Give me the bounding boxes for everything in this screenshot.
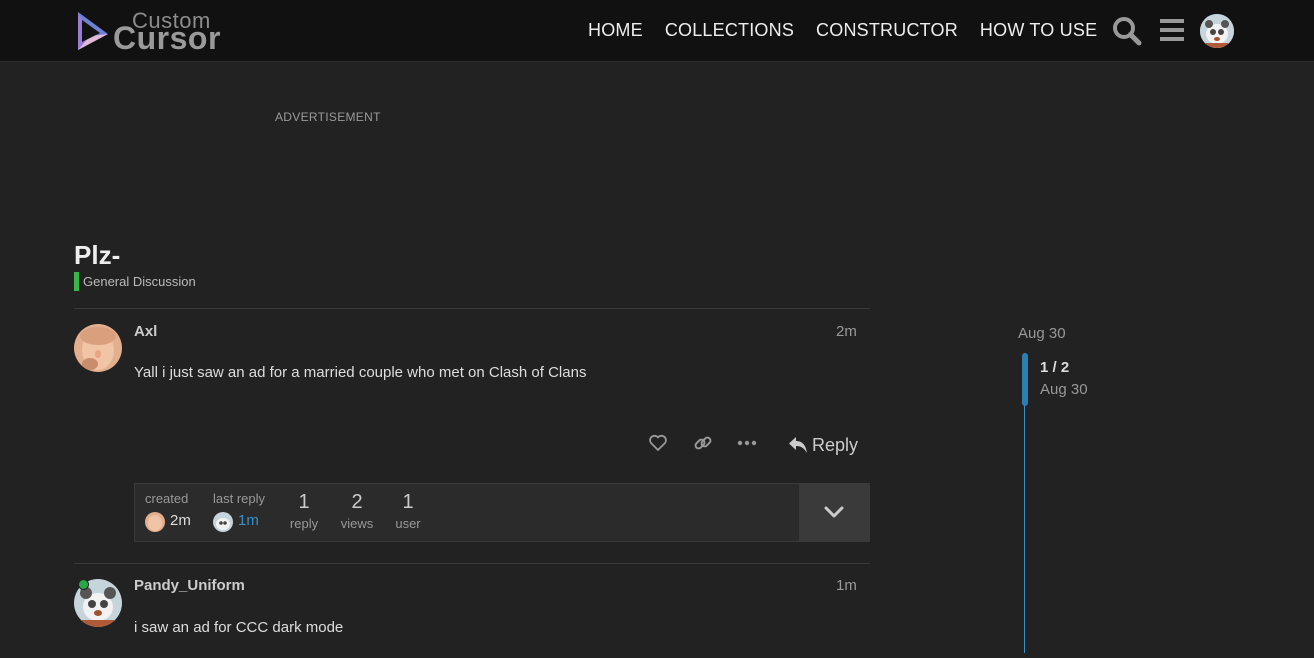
post-body: i saw an ad for CCC dark mode	[134, 619, 344, 636]
post-username[interactable]: Axl	[134, 323, 157, 340]
more-icon[interactable]	[737, 433, 757, 453]
map-stat-value: 1	[402, 491, 414, 513]
online-status-indicator	[78, 579, 89, 590]
heart-icon[interactable]	[648, 433, 668, 453]
post-body: Yall i just saw an ad for a married coup…	[134, 364, 587, 381]
logo-text-cursor: Cursor	[113, 20, 221, 56]
map-created-avatar	[145, 512, 165, 532]
main-nav: HOME COLLECTIONS CONSTRUCTOR HOW TO USE	[588, 20, 1119, 41]
cursor-logo-icon	[78, 12, 108, 50]
reply-arrow-icon	[789, 437, 807, 453]
map-created[interactable]: created 2m	[145, 484, 205, 541]
post-age[interactable]: 1m	[836, 577, 857, 594]
map-last-reply-label: last reply	[213, 491, 266, 506]
nav-constructor[interactable]: CONSTRUCTOR	[816, 20, 958, 41]
map-stat-replies: 1 reply	[274, 484, 334, 541]
map-stat-value: 1	[298, 491, 310, 513]
topic-map-expand-button[interactable]	[799, 484, 870, 541]
timeline-progress: 1 / 2	[1040, 359, 1070, 376]
user-avatar[interactable]	[1200, 14, 1234, 48]
post-username[interactable]: Pandy_Uniform	[134, 577, 245, 594]
map-stat-label: reply	[289, 516, 319, 531]
post-avatar-axl[interactable]	[74, 324, 122, 372]
chevron-down-icon	[824, 506, 844, 518]
map-last-reply-time[interactable]: 1m	[238, 512, 259, 529]
map-created-time: 2m	[170, 512, 191, 529]
divider	[74, 308, 870, 309]
map-stat-label: user	[395, 516, 421, 531]
timeline-scroll-handle[interactable]	[1022, 353, 1028, 406]
nav-how-to-use[interactable]: HOW TO USE	[980, 20, 1097, 41]
category-badge[interactable]: General Discussion	[74, 272, 196, 291]
map-last-reply-avatar	[213, 512, 233, 532]
search-icon[interactable]	[1112, 16, 1142, 46]
timeline-current-date: Aug 30	[1040, 381, 1088, 398]
advertisement-label: ADVERTISEMENT	[275, 110, 381, 124]
timeline-start-date[interactable]: Aug 30	[1018, 325, 1066, 342]
reply-label: Reply	[812, 434, 859, 455]
panda-avatar-icon	[1200, 14, 1234, 48]
topic-map: created 2m last reply 1m 1 reply 2 views…	[134, 483, 870, 542]
category-color-bar	[74, 272, 79, 291]
topic-title[interactable]: Plz-	[74, 240, 120, 271]
map-stat-users: 1 user	[378, 484, 438, 541]
site-header: Custom Cursor HOME COLLECTIONS CONSTRUCT…	[0, 0, 1314, 62]
category-name: General Discussion	[83, 274, 196, 289]
axl-avatar-image	[74, 324, 122, 372]
map-last-reply[interactable]: last reply 1m	[213, 484, 283, 541]
nav-collections[interactable]: COLLECTIONS	[665, 20, 794, 41]
link-icon[interactable]	[693, 433, 713, 453]
post-age[interactable]: 2m	[836, 323, 857, 340]
hamburger-menu-icon[interactable]	[1160, 18, 1184, 42]
divider	[74, 563, 870, 564]
map-created-label: created	[145, 491, 189, 506]
nav-home[interactable]: HOME	[588, 20, 643, 41]
site-logo[interactable]: Custom Cursor	[76, 8, 236, 56]
reply-button[interactable]: Reply	[788, 432, 858, 458]
